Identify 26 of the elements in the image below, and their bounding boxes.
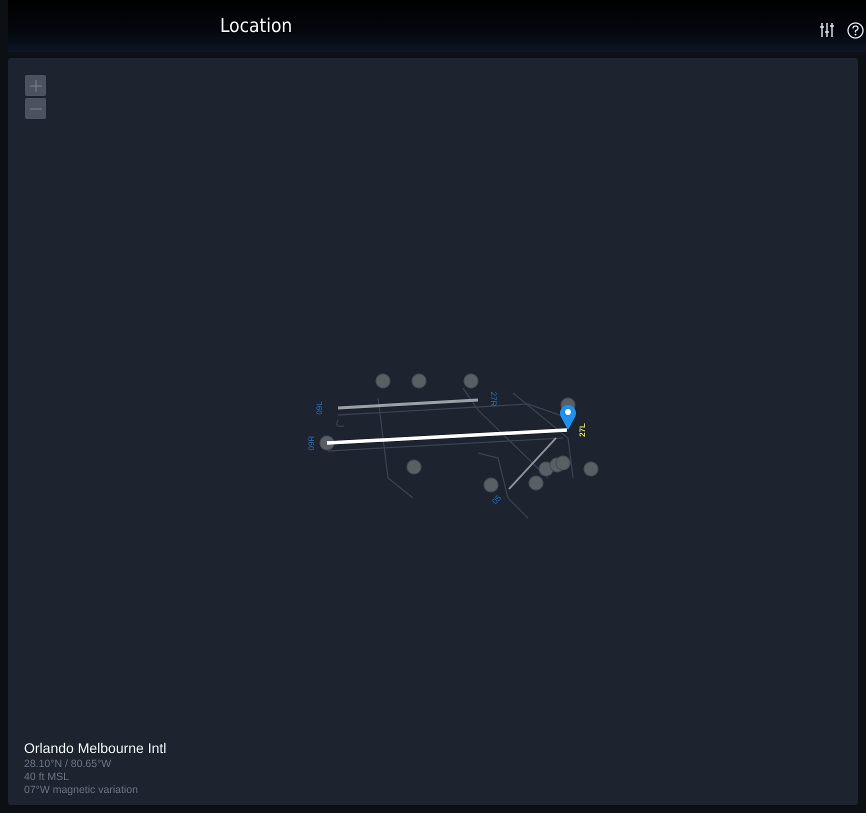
map-marker[interactable] (528, 476, 544, 490)
runway-label: 27R (488, 392, 498, 406)
map-marker[interactable] (484, 478, 498, 492)
magnetic-variation: 07°W magnetic variation (24, 784, 139, 797)
airport-coordinates: 28.10°N / 80.65°W (24, 758, 112, 771)
map-marker[interactable] (584, 462, 598, 476)
airport-elevation: 40 ft MSL (24, 771, 70, 784)
zoom-out-button[interactable] (25, 98, 46, 119)
zoom-in-button[interactable] (25, 75, 46, 96)
minus-icon (30, 108, 42, 110)
map-marker[interactable] (320, 436, 334, 450)
location-pin-icon (560, 405, 576, 430)
runway-label: 05 (490, 493, 504, 506)
settings-icon[interactable] (819, 22, 835, 38)
airport-name: Orlando Melbourne Intl (24, 740, 166, 756)
help-icon[interactable] (847, 22, 864, 38)
map-marker[interactable] (376, 374, 390, 388)
runway-label: 09R (307, 436, 316, 450)
map-marker[interactable] (406, 460, 422, 474)
plus-icon (30, 80, 42, 92)
map-marker[interactable] (556, 456, 570, 470)
map-marker[interactable] (464, 374, 478, 388)
window-title: Location (220, 15, 292, 37)
runway-label: 09L (315, 401, 324, 415)
runway-label: 27L (578, 423, 588, 437)
map-marker[interactable] (412, 374, 426, 388)
